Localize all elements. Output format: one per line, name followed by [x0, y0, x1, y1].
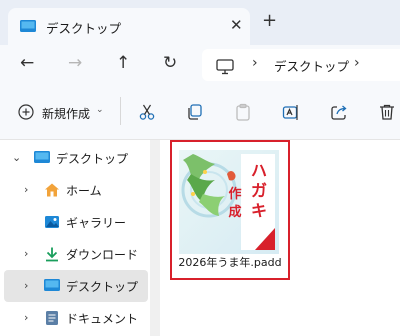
download-icon [46, 247, 58, 262]
rename-icon[interactable] [282, 103, 300, 121]
documents-icon [46, 311, 58, 325]
navigation-bar: ← → ↑ ↻ › デスクトップ › [0, 45, 400, 83]
file-item[interactable]: ハ ガ キ 作 成 2026年うま年.padd [170, 140, 290, 280]
forward-button[interactable]: → [68, 55, 82, 72]
back-button[interactable]: ← [20, 55, 34, 72]
gallery-icon [45, 216, 59, 228]
sidebar-item-home[interactable]: › ホーム [0, 174, 150, 206]
sidebar-item-label: デスクトップ [56, 152, 129, 166]
breadcrumb-separator[interactable]: › [354, 55, 360, 71]
close-tab-icon[interactable]: ✕ [230, 16, 243, 34]
sidebar-item-gallery[interactable]: ギャラリー [0, 206, 150, 238]
command-bar: 新規作成 ⌄ [0, 83, 400, 140]
paste-icon[interactable] [234, 103, 252, 121]
chevron-right-icon[interactable]: › [24, 247, 28, 260]
address-bar[interactable]: › デスクトップ › [202, 49, 400, 81]
pane-splitter[interactable] [150, 140, 160, 336]
sidebar-item-downloads[interactable]: › ダウンロード [0, 238, 150, 270]
sidebar-item-label: ドキュメント [66, 312, 139, 326]
delete-icon[interactable] [378, 103, 396, 121]
chevron-right-icon[interactable]: › [24, 183, 28, 196]
thumbnail-title-2: ガ [251, 181, 267, 200]
toolbar-divider [120, 97, 121, 125]
title-bar: デスクトップ ✕ + [0, 0, 400, 45]
sidebar-item-label: ギャラリー [66, 216, 127, 230]
add-icon[interactable] [18, 104, 34, 120]
desktop-icon [20, 20, 36, 32]
cut-icon[interactable] [138, 103, 156, 121]
refresh-button[interactable]: ↻ [163, 55, 177, 72]
chevron-right-icon[interactable]: › [24, 279, 28, 292]
thumbnail-title-4: 作 [228, 186, 241, 202]
breadcrumb-separator[interactable]: › [252, 55, 258, 71]
new-button[interactable]: 新規作成 [42, 105, 90, 122]
sidebar-item-desktop[interactable]: › デスクトップ [4, 270, 148, 302]
file-thumbnail: ハ ガ キ 作 成 [179, 150, 279, 254]
sidebar-item-documents[interactable]: › ドキュメント [0, 302, 150, 334]
computer-icon [216, 59, 234, 75]
desktop-icon [34, 151, 50, 163]
chevron-down-icon[interactable]: ⌄ [96, 105, 104, 115]
new-tab-button[interactable]: + [262, 12, 277, 30]
copy-icon[interactable] [186, 103, 204, 121]
up-button[interactable]: ↑ [116, 55, 130, 72]
sidebar-item-label: ホーム [66, 184, 102, 198]
thumbnail-title-3: キ [251, 201, 267, 220]
home-icon [45, 183, 59, 197]
breadcrumb-desktop[interactable]: デスクトップ [274, 56, 349, 75]
navigation-pane: ⌄ デスクトップ › ホーム ギャラリー › ダウンロード › デスクトップ ›… [0, 140, 150, 336]
chevron-down-icon[interactable]: ⌄ [12, 151, 21, 164]
tab-desktop[interactable]: デスクトップ ✕ [8, 8, 250, 45]
desktop-icon [44, 279, 60, 291]
tab-label: デスクトップ [46, 21, 122, 36]
sidebar-item-desktop-root[interactable]: ⌄ デスクトップ [0, 142, 150, 174]
chevron-right-icon[interactable]: › [24, 311, 28, 324]
file-name: 2026年うま年.padd [178, 256, 282, 269]
thumbnail-title-5: 成 [228, 204, 241, 220]
sidebar-item-label: ダウンロード [66, 248, 139, 262]
share-icon[interactable] [330, 103, 348, 121]
sidebar-item-label: デスクトップ [66, 280, 139, 294]
thumbnail-title-1: ハ [251, 161, 267, 180]
